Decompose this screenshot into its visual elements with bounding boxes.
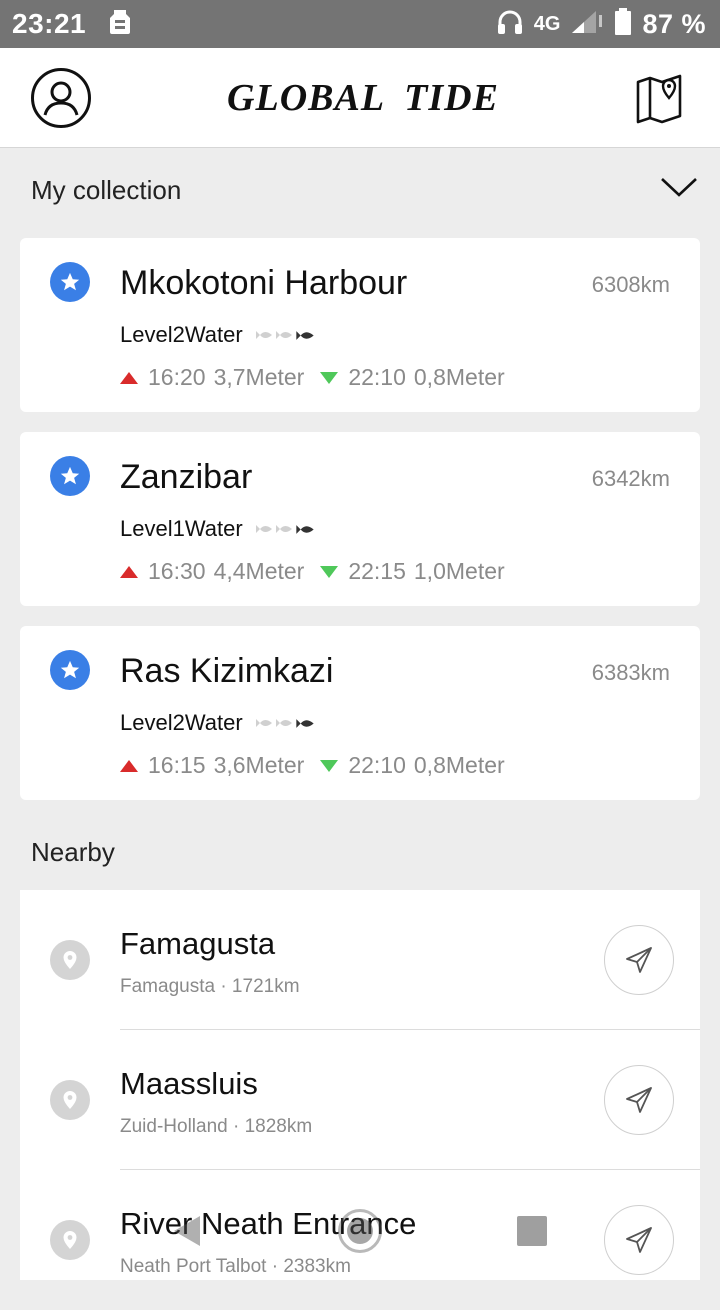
profile-button[interactable]: [30, 67, 92, 129]
location-pin-icon: [50, 1080, 90, 1120]
low-tide-height: 0,8Meter: [413, 364, 505, 390]
station-name: Zanzibar: [120, 458, 253, 496]
high-tide-icon: [120, 565, 138, 578]
low-tide-height: 0,8Meter: [413, 752, 505, 778]
low-tide-icon: [320, 371, 339, 384]
map-pin-icon: [636, 74, 682, 123]
collection-header[interactable]: My collection: [0, 150, 720, 230]
collection-card[interactable]: Mkokotoni Harbour 6308km Level2Water 16:…: [20, 238, 700, 412]
station-distance: 6383km: [591, 660, 670, 685]
fish-icon: [275, 525, 292, 533]
fish-icon: [275, 331, 292, 339]
navigation-arrow-icon: [626, 947, 652, 973]
collection-card[interactable]: Ras Kizimkazi 6383km Level2Water 16:15 3…: [20, 626, 700, 800]
high-tide-time: 16:15: [148, 752, 206, 778]
battery-level: 87 %: [642, 8, 706, 39]
fish-icon: [255, 331, 272, 339]
station-name: Mkokotoni Harbour: [120, 264, 408, 302]
high-tide-icon: [120, 371, 138, 384]
fish-rating: [255, 717, 315, 730]
navigate-button[interactable]: [604, 1205, 674, 1275]
nearby-name: Maassluis: [120, 1066, 258, 1101]
fish-rating: [255, 329, 315, 342]
network-type: 4G: [533, 12, 561, 35]
fish-icon: [296, 330, 314, 340]
low-tide-height: 1,0Meter: [413, 558, 505, 584]
battery-icon: [614, 7, 632, 41]
status-time: 23:21: [12, 8, 87, 39]
high-tide-height: 3,6Meter: [213, 752, 305, 778]
map-button[interactable]: [634, 72, 686, 124]
high-tide-time: 16:30: [148, 558, 206, 584]
station-distance: 6308km: [591, 272, 670, 297]
navigation-arrow-icon: [626, 1227, 652, 1253]
nearby-name: River Neath Entrance: [120, 1206, 417, 1241]
navigation-arrow-icon: [626, 1087, 652, 1113]
list-item[interactable]: River Neath Entrance Neath Port Talbot ·…: [20, 1170, 700, 1310]
nearby-header: Nearby: [0, 812, 720, 892]
nearby-subtitle: Neath Port Talbot · 2383km: [120, 1256, 351, 1277]
headset-icon: [496, 8, 524, 41]
status-bar: 23:21 4G 87 %: [0, 0, 720, 48]
location-pin-icon: [50, 1220, 90, 1260]
fish-icon: [296, 524, 314, 534]
water-level: Level2Water: [120, 322, 243, 347]
navigate-button[interactable]: [604, 1065, 674, 1135]
star-icon[interactable]: [50, 456, 90, 496]
star-icon[interactable]: [50, 650, 90, 690]
collection-card[interactable]: Zanzibar 6342km Level1Water 16:30 4,4Met…: [20, 432, 700, 606]
low-tide-time: 22:15: [348, 558, 406, 584]
chevron-down-icon[interactable]: [660, 175, 698, 206]
fish-icon: [296, 718, 314, 728]
high-tide-height: 4,4Meter: [213, 558, 305, 584]
list-item[interactable]: Famagusta Famagusta · 1721km: [20, 890, 700, 1030]
water-level: Level2Water: [120, 710, 243, 735]
fish-rating: [255, 523, 315, 536]
low-tide-time: 22:10: [348, 752, 406, 778]
water-level: Level1Water: [120, 516, 243, 541]
fish-icon: [275, 719, 292, 727]
fish-icon: [255, 525, 272, 533]
nearby-title: Nearby: [31, 836, 115, 867]
high-tide-height: 3,7Meter: [213, 364, 305, 390]
low-tide-icon: [320, 565, 339, 578]
nearby-subtitle: Zuid-Holland · 1828km: [120, 1116, 313, 1137]
star-icon[interactable]: [50, 262, 90, 302]
low-tide-icon: [320, 759, 339, 772]
user-circle-icon: [31, 67, 91, 128]
high-tide-icon: [120, 759, 138, 772]
signal-icon: [570, 9, 604, 40]
nearby-list: Famagusta Famagusta · 1721km Maassluis Z…: [20, 890, 700, 1280]
navigate-button[interactable]: [604, 925, 674, 995]
location-pin-icon: [50, 940, 90, 980]
fish-icon: [255, 719, 272, 727]
app-title: GLOBAL TIDE: [227, 76, 499, 119]
collection-title: My collection: [31, 174, 182, 205]
nearby-subtitle: Famagusta · 1721km: [120, 976, 300, 997]
app-header: GLOBAL TIDE: [0, 48, 720, 148]
notification-icon: [108, 8, 132, 41]
list-item[interactable]: Maassluis Zuid-Holland · 1828km: [20, 1030, 700, 1170]
station-name: Ras Kizimkazi: [120, 652, 334, 690]
station-distance: 6342km: [591, 466, 670, 491]
low-tide-time: 22:10: [348, 364, 406, 390]
nearby-name: Famagusta: [120, 926, 276, 961]
high-tide-time: 16:20: [148, 364, 206, 390]
